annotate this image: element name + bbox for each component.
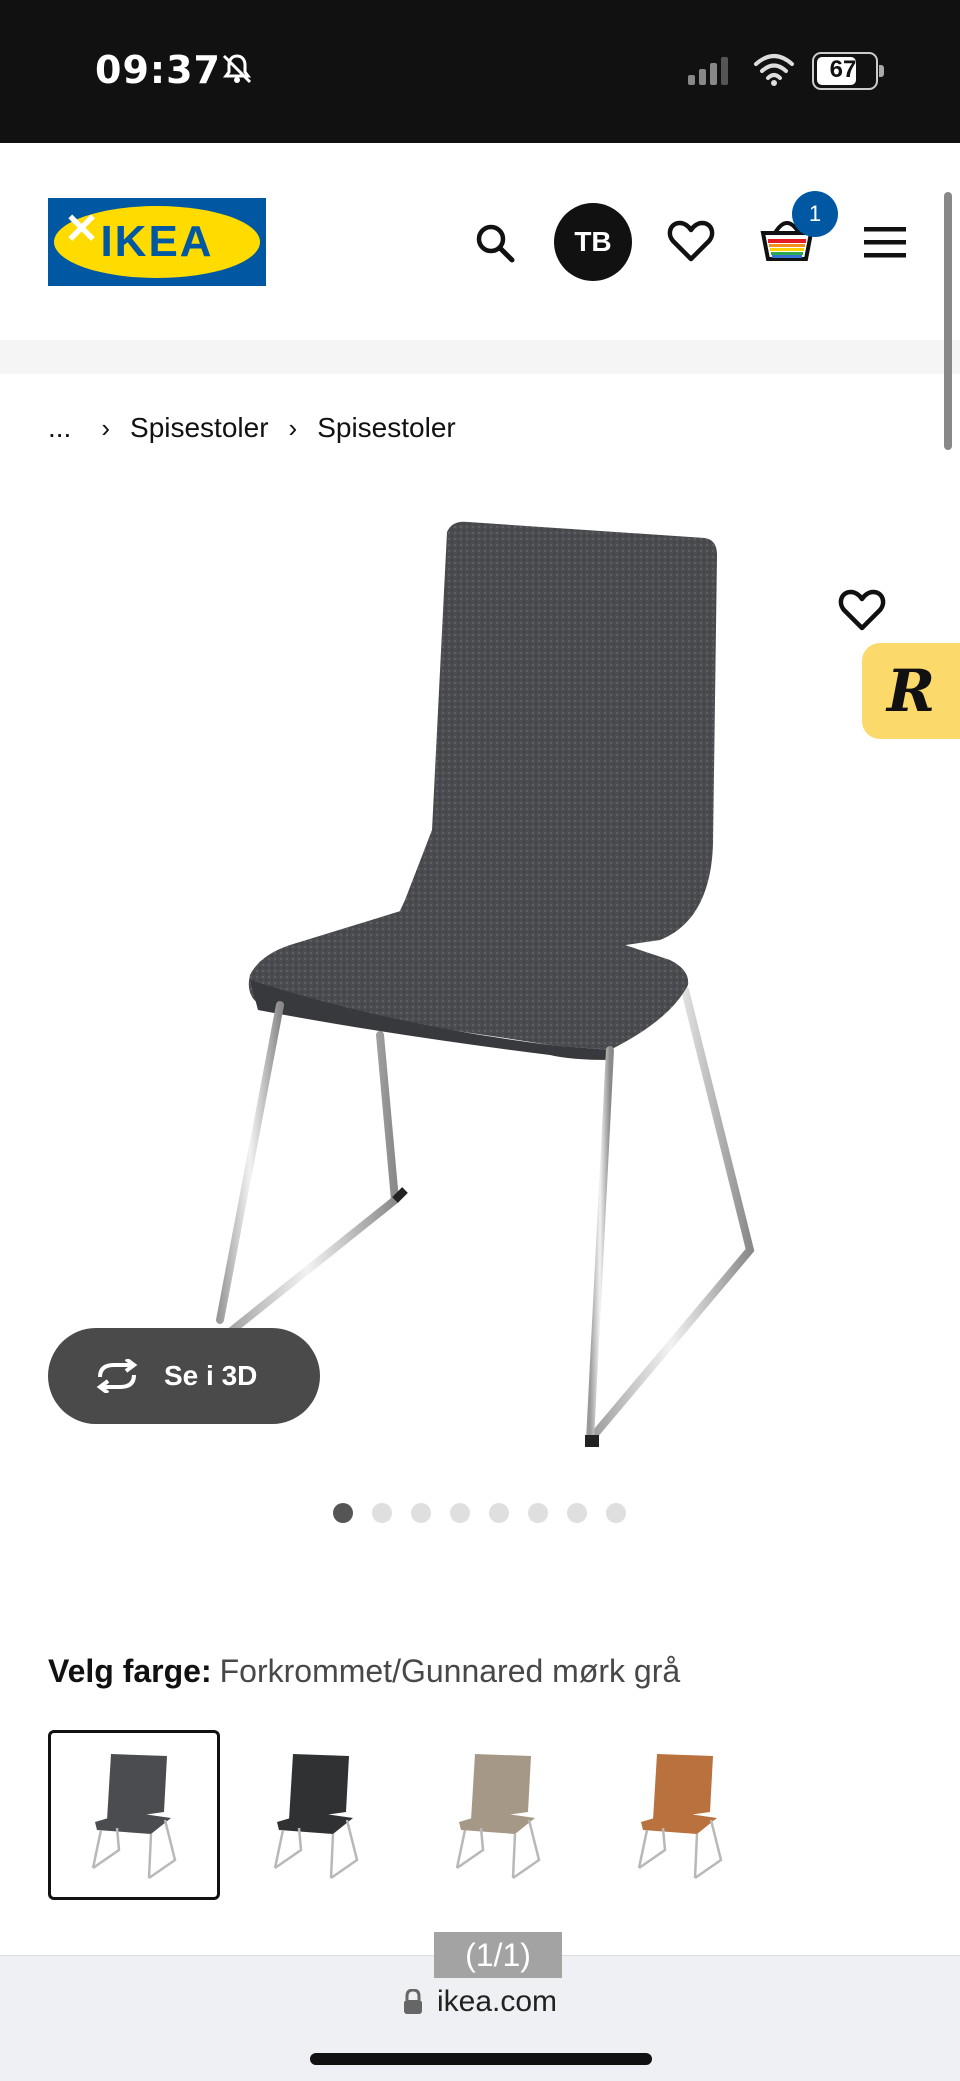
header-divider-band (0, 340, 960, 374)
lock-icon (403, 1989, 422, 2014)
avatar[interactable]: TB (554, 203, 632, 281)
carousel-dot[interactable] (606, 1503, 626, 1523)
favourites-heart-icon[interactable] (667, 219, 715, 268)
logo-text: IKEA (100, 217, 214, 266)
image-carousel-dots[interactable] (333, 1503, 626, 1523)
carousel-dot[interactable] (489, 1503, 509, 1523)
color-swatch-list (48, 1730, 766, 1900)
color-swatch[interactable] (230, 1730, 402, 1900)
page-counter: (1/1) (434, 1932, 562, 1978)
chair-thumbnail (91, 1754, 177, 1880)
ikea-logo[interactable]: IKEA ✕ (48, 198, 266, 286)
color-swatch[interactable] (48, 1730, 220, 1900)
carousel-dot[interactable] (567, 1503, 587, 1523)
carousel-dot[interactable] (450, 1503, 470, 1523)
address-bar[interactable]: ikea.com (0, 1985, 960, 2019)
product-image[interactable] (190, 520, 790, 1460)
site-header: IKEA ✕ TB 1 (0, 143, 960, 340)
reviews-widget-badge[interactable]: R (862, 643, 960, 739)
carousel-dot[interactable] (528, 1503, 548, 1523)
scrollbar[interactable] (944, 192, 952, 450)
breadcrumb-item[interactable]: Spisestoler (130, 412, 269, 444)
breadcrumb: ... › Spisestoler › Spisestoler (48, 412, 456, 444)
home-indicator[interactable] (310, 2053, 652, 2065)
color-value: Forkrommet/Gunnared mørk grå (219, 1653, 681, 1689)
avatar-initials: TB (574, 226, 612, 257)
wifi-icon (752, 52, 796, 91)
status-bar: 09:37 67 (0, 0, 960, 143)
chevron-right-icon: › (101, 412, 111, 443)
chair-thumbnail (455, 1754, 541, 1880)
status-time: 09:37 (95, 48, 221, 92)
cell-signal-icon (688, 55, 732, 90)
color-swatch[interactable] (594, 1730, 766, 1900)
chevron-right-icon: › (288, 412, 298, 443)
battery-icon: 67 (812, 52, 884, 90)
view-in-3d-button[interactable]: Se i 3D (48, 1328, 320, 1424)
rotate-3d-icon (96, 1359, 138, 1393)
silent-bell-icon (220, 52, 254, 91)
chair-thumbnail (273, 1754, 359, 1880)
view-in-3d-label: Se i 3D (164, 1360, 258, 1391)
chair-thumbnail (637, 1754, 723, 1880)
search-icon[interactable] (473, 221, 517, 270)
carousel-dot[interactable] (333, 1503, 353, 1523)
breadcrumb-item[interactable]: Spisestoler (317, 412, 456, 444)
color-swatch[interactable] (412, 1730, 584, 1900)
menu-icon[interactable] (864, 225, 906, 264)
color-label: Velg farge: (48, 1653, 212, 1689)
cart-count-badge: 1 (792, 191, 838, 237)
add-to-favourites-heart-icon[interactable] (838, 588, 886, 637)
carousel-dot[interactable] (411, 1503, 431, 1523)
battery-level: 67 (829, 56, 857, 83)
color-selection-label: Velg farge: Forkrommet/Gunnared mørk grå (48, 1653, 680, 1690)
carousel-dot[interactable] (372, 1503, 392, 1523)
breadcrumb-ellipsis[interactable]: ... (48, 412, 71, 444)
close-icon[interactable]: ✕ (64, 208, 99, 250)
reviews-badge-letter: R (886, 657, 936, 725)
url-text: ikea.com (436, 1985, 558, 2018)
